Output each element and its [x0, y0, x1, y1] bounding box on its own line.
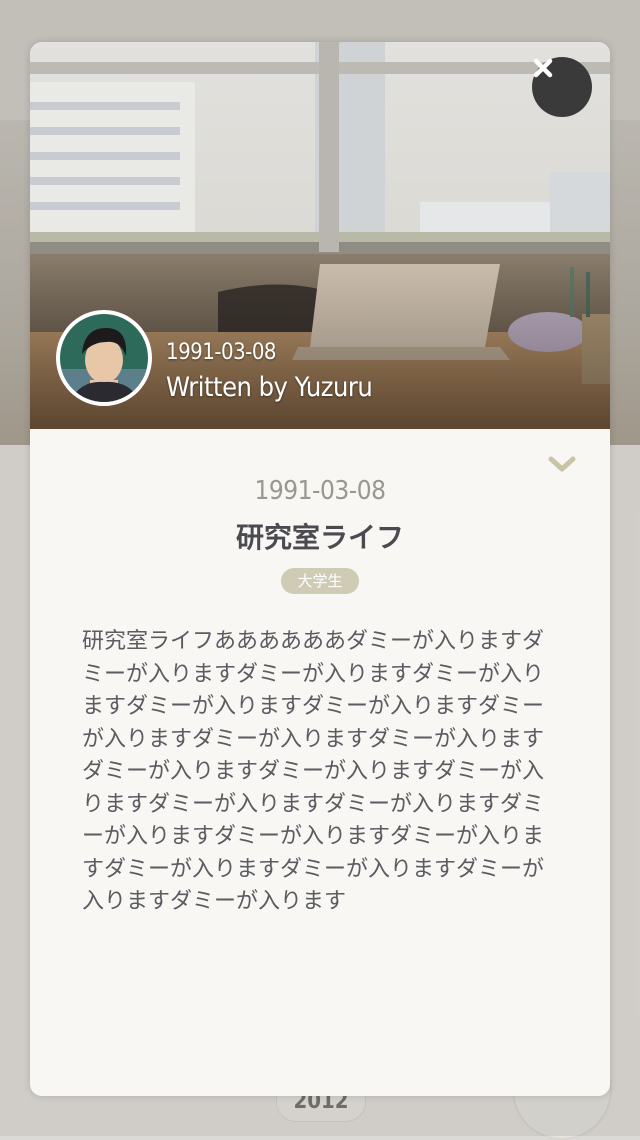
author-avatar: [56, 310, 152, 406]
category-tag: 大学生: [281, 568, 359, 594]
collapse-button[interactable]: [546, 452, 578, 476]
hero-date: 1991-03-08: [166, 340, 277, 365]
chevron-down-icon: [548, 456, 576, 472]
entry-modal: 1991-03-08 Written by Yuzuru 1991-03-08 …: [30, 42, 610, 1096]
hero-photo: 1991-03-08 Written by Yuzuru: [30, 42, 610, 429]
hero-author: Written by Yuzuru: [166, 372, 373, 403]
close-button[interactable]: [532, 57, 592, 117]
entry-date: 1991-03-08: [254, 476, 386, 506]
close-icon: [533, 58, 553, 78]
avatar-portrait: [60, 314, 148, 402]
entry-body: 研究室ライフああああああダミーが入りますダミーが入りますダミーが入りますダミーが…: [82, 629, 545, 914]
tag-row: 大学生: [30, 568, 610, 594]
entry-title: 研究室ライフ: [235, 521, 404, 554]
